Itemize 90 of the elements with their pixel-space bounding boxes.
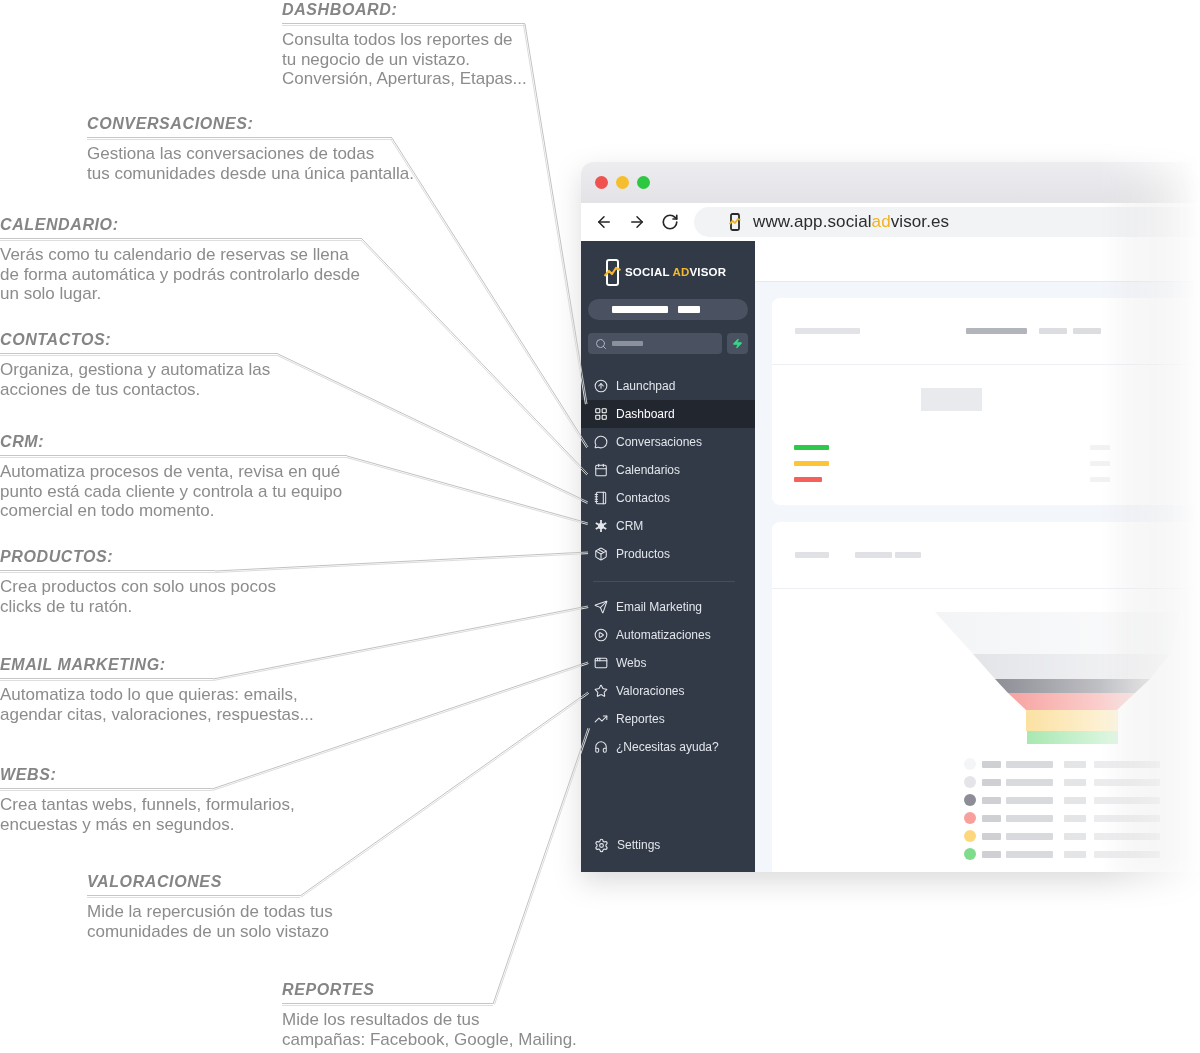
placeholder-bar	[1064, 778, 1086, 786]
nav-item[interactable]: Launchpad	[581, 372, 755, 400]
package-icon	[594, 547, 608, 561]
placeholder-bar	[795, 328, 860, 334]
callout-title: CONVERSACIONES:	[87, 114, 254, 134]
placeholder-bar	[1006, 760, 1053, 768]
placeholder-bar	[795, 552, 829, 558]
paper-plane-icon	[594, 600, 608, 614]
callout-text: Consulta todos los reportes de tu negocio de un vistazo. Conversión, Aperturas, Etapas...	[282, 30, 527, 89]
reload-icon	[661, 213, 679, 231]
placeholder-bar	[982, 778, 1001, 786]
callout-title: CRM:	[0, 432, 45, 452]
search-icon	[595, 337, 607, 350]
placeholder-bar	[855, 552, 892, 558]
phone-chart-icon	[729, 213, 741, 231]
placeholder-bar	[1064, 814, 1086, 822]
callout-title: WEBS:	[0, 765, 57, 785]
placeholder-bar	[982, 760, 1001, 768]
placeholder-bar	[1006, 850, 1053, 858]
callout-text: Crea tantas webs, funnels, formularios, encuestas y más en segundos.	[0, 795, 295, 834]
nav-item[interactable]: Automatizaciones	[581, 621, 755, 649]
placeholder-bar	[895, 552, 921, 558]
placeholder-bar	[1006, 832, 1053, 840]
placeholder-bar	[1039, 328, 1067, 334]
placeholder-bar	[1064, 850, 1086, 858]
app-window-icon	[594, 656, 608, 670]
nav-item[interactable]: Settings	[581, 831, 755, 859]
placeholder-bar	[982, 814, 1001, 822]
callout-title: EMAIL MARKETING:	[0, 655, 166, 675]
callout-title: CONTACTOS:	[0, 330, 112, 350]
placeholder-bar	[678, 306, 700, 313]
placeholder-bar	[1073, 328, 1101, 334]
callout-text: Verás como tu calendario de reservas se llena de forma automática y podrás controlarlo desde un solo lugar.	[0, 245, 361, 304]
reload-button[interactable]	[661, 213, 679, 231]
placeholder-bar	[1006, 796, 1053, 804]
circle-arrow-up-icon	[594, 379, 608, 393]
callout-title: DASHBOARD:	[282, 0, 398, 20]
hub-icon	[594, 519, 608, 533]
placeholder-bar	[966, 328, 1027, 334]
settings-icon	[594, 837, 609, 853]
callout-title: CALENDARIO:	[0, 215, 119, 235]
nav-item[interactable]: ¿Necesitas ayuda?	[581, 733, 755, 761]
chat-bubble-icon	[594, 435, 608, 449]
star-icon	[594, 684, 608, 698]
back-button[interactable]	[595, 213, 613, 231]
nav-item[interactable]: Valoraciones	[581, 677, 755, 705]
placeholder-bar	[982, 850, 1001, 858]
calendar-icon	[594, 463, 608, 477]
nav-item[interactable]: CRM	[581, 512, 755, 540]
headphones-icon	[594, 740, 608, 754]
placeholder-bar	[1064, 796, 1086, 804]
callout-text: Crea productos con solo unos pocos clicks de tu ratón.	[0, 577, 276, 616]
nav-item[interactable]: Calendarios	[581, 456, 755, 484]
callout-title: VALORACIONES	[87, 872, 222, 892]
callout-title: REPORTES	[282, 980, 375, 1000]
search-field[interactable]	[588, 333, 722, 354]
placeholder-bar	[1006, 778, 1053, 786]
placeholder-bar	[1064, 832, 1086, 840]
bolt-icon	[732, 338, 743, 349]
placeholder-bar	[612, 341, 643, 346]
circle-play-icon	[594, 628, 608, 642]
nav-item[interactable]: Dashboard	[581, 400, 755, 428]
selector-pill[interactable]	[588, 299, 748, 320]
placeholder-bar	[982, 796, 1001, 804]
callout-title: PRODUCTOS:	[0, 547, 114, 567]
callout-text: Automatiza todo lo que quieras: emails, agendar citas, valoraciones, respuestas...	[0, 685, 314, 724]
placeholder-bar	[982, 832, 1001, 840]
nav-item[interactable]: Reportes	[581, 705, 755, 733]
nav-item[interactable]: Email Marketing	[581, 593, 755, 621]
callout-text: Mide la repercusión de todas tus comunidades de un solo vistazo	[87, 902, 333, 941]
quick-action-button[interactable]	[727, 333, 748, 354]
grid-icon	[594, 407, 608, 421]
callout-text: Gestiona las conversaciones de todas tus comunidades desde una única pantalla.	[87, 144, 414, 183]
forward-button[interactable]	[628, 213, 646, 231]
arrow-right-icon	[628, 213, 646, 231]
url-text: www.app.socialadvisor.es	[753, 212, 950, 232]
notebook-icon	[594, 491, 608, 505]
callout-text: Organiza, gestiona y automatiza las acciones de tus contactos.	[0, 360, 271, 399]
placeholder-bar	[1064, 760, 1086, 768]
close-window-button[interactable]	[595, 176, 608, 189]
phone-chart-icon	[604, 258, 621, 286]
callout-text: Mide los resultados de tus campañas: Facebook, Google, Mailing.	[282, 1010, 577, 1049]
nav-item[interactable]: Webs	[581, 649, 755, 677]
placeholder-bar	[612, 306, 668, 313]
placeholder-bar	[1006, 814, 1053, 822]
logo-text: SOCIAL ADVISOR	[625, 266, 727, 278]
nav-item[interactable]: Conversaciones	[581, 428, 755, 456]
callout-text: Automatiza procesos de venta, revisa en qué punto está cada cliente y controla a tu equipo comercial en todo momento.	[0, 462, 343, 521]
nav-item[interactable]: Productos	[581, 540, 755, 568]
nav-item[interactable]: Contactos	[581, 484, 755, 512]
